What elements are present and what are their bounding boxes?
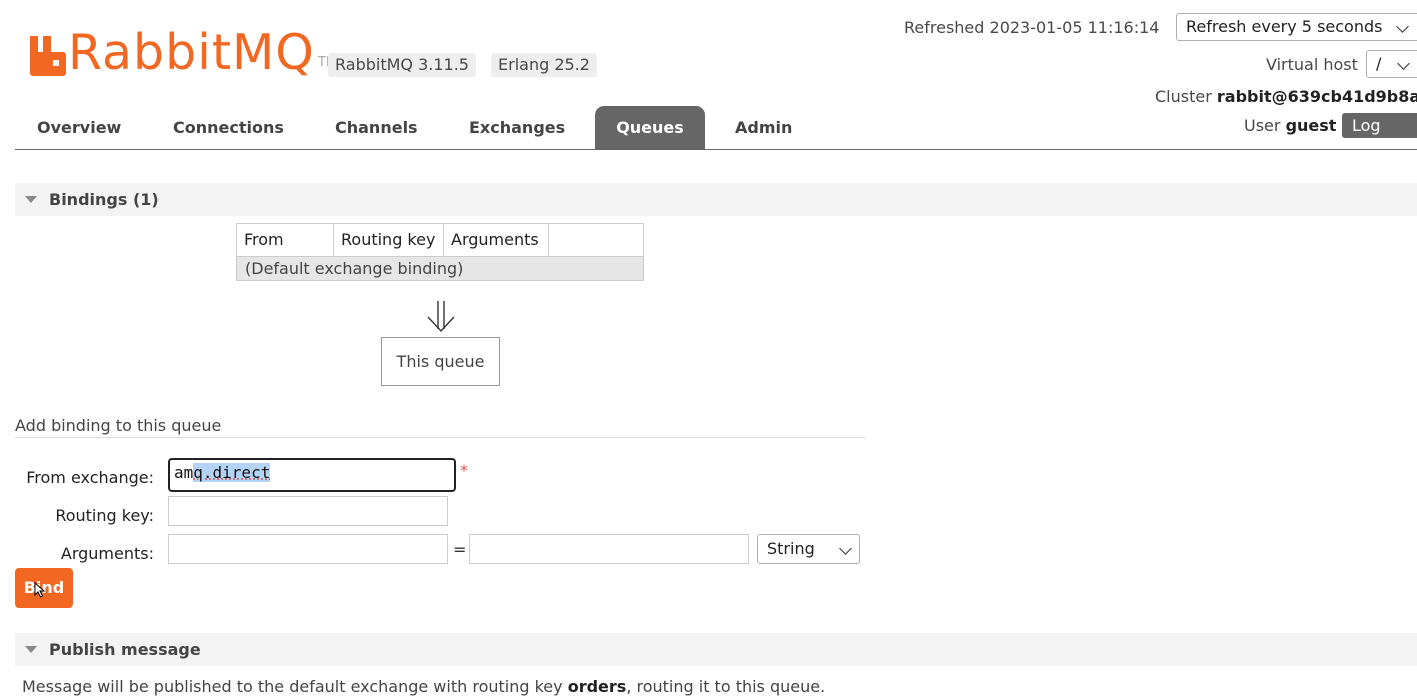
tab-admin[interactable]: Admin — [714, 106, 813, 149]
logo-wordmark: RabbitMQ — [68, 30, 315, 76]
bindings-section-header[interactable]: Bindings (1) — [15, 183, 1417, 216]
argument-type-value: String — [767, 539, 815, 558]
rabbit-logo-icon — [30, 36, 66, 76]
tab-connections[interactable]: Connections — [152, 106, 305, 149]
mouse-cursor-icon — [34, 582, 46, 598]
add-binding-title: Add binding to this queue — [15, 416, 221, 435]
tab-exchanges[interactable]: Exchanges — [448, 106, 586, 149]
publish-section-header[interactable]: Publish message — [15, 633, 1417, 666]
virtual-host-select[interactable]: / — [1366, 50, 1417, 78]
tab-channels[interactable]: Channels — [314, 106, 439, 149]
collapse-triangle-icon — [25, 196, 37, 203]
erlang-version-badge: Erlang 25.2 — [491, 53, 597, 77]
collapse-triangle-icon — [25, 646, 37, 653]
virtual-host-label: Virtual host — [1266, 55, 1358, 74]
double-arrow-down-icon — [426, 301, 456, 333]
add-binding-divider — [15, 437, 866, 438]
rabbitmq-version-badge: RabbitMQ 3.11.5 — [328, 53, 476, 77]
user-label: User — [1244, 116, 1280, 135]
publish-section-title: Publish message — [49, 633, 201, 666]
tab-queues[interactable]: Queues — [595, 106, 705, 149]
argument-value-input[interactable] — [469, 534, 749, 564]
from-exchange-label: From exchange: — [14, 468, 154, 487]
cluster-name: rabbit@639cb41d9b8a — [1217, 87, 1417, 106]
routing-key-label: Routing key: — [14, 506, 154, 525]
from-exchange-input[interactable]: amq.direct — [168, 458, 456, 492]
argument-key-input[interactable] — [168, 534, 448, 564]
refreshed-timestamp: Refreshed 2023-01-05 11:16:14 — [904, 18, 1159, 37]
column-header-routing-key: Routing key — [334, 224, 444, 256]
publish-note-prefix: Message will be published to the default… — [22, 677, 563, 696]
chevron-down-icon — [1396, 20, 1409, 33]
bindings-table: From Routing key Arguments (Default exch… — [236, 223, 644, 281]
virtual-host-value: / — [1376, 54, 1381, 73]
from-exchange-text: am — [174, 463, 193, 482]
routing-key-input[interactable] — [168, 496, 448, 526]
publish-note: Message will be published to the default… — [22, 677, 825, 696]
refresh-interval-value: Refresh every 5 seconds — [1186, 17, 1382, 36]
cluster-info: Cluster rabbit@639cb41d9b8a — [1155, 87, 1417, 106]
publish-note-routing-key: orders — [568, 677, 627, 696]
user-info: User guest — [1244, 116, 1336, 135]
bindings-section-title: Bindings (1) — [49, 183, 159, 216]
user-name: guest — [1286, 116, 1337, 135]
from-exchange-selected-text: q.direct — [193, 463, 270, 482]
chevron-down-icon — [1397, 57, 1410, 70]
required-marker: * — [460, 461, 468, 480]
column-header-arguments: Arguments — [444, 224, 549, 256]
arguments-label: Arguments: — [14, 544, 154, 563]
table-row: (Default exchange binding) — [237, 256, 643, 280]
chevron-down-icon — [839, 542, 852, 555]
nav-divider — [15, 149, 1417, 150]
equals-sign: = — [453, 540, 466, 559]
rabbitmq-logo[interactable]: RabbitMQ TM — [30, 30, 337, 76]
this-queue-box: This queue — [381, 337, 500, 386]
argument-type-select[interactable]: String — [757, 534, 860, 564]
tab-overview[interactable]: Overview — [16, 106, 142, 149]
cluster-label: Cluster — [1155, 87, 1212, 106]
logout-button[interactable]: Log out — [1342, 113, 1417, 138]
column-header-from: From — [237, 224, 334, 256]
publish-note-suffix: , routing it to this queue. — [626, 677, 825, 696]
refresh-interval-select[interactable]: Refresh every 5 seconds — [1176, 13, 1417, 41]
